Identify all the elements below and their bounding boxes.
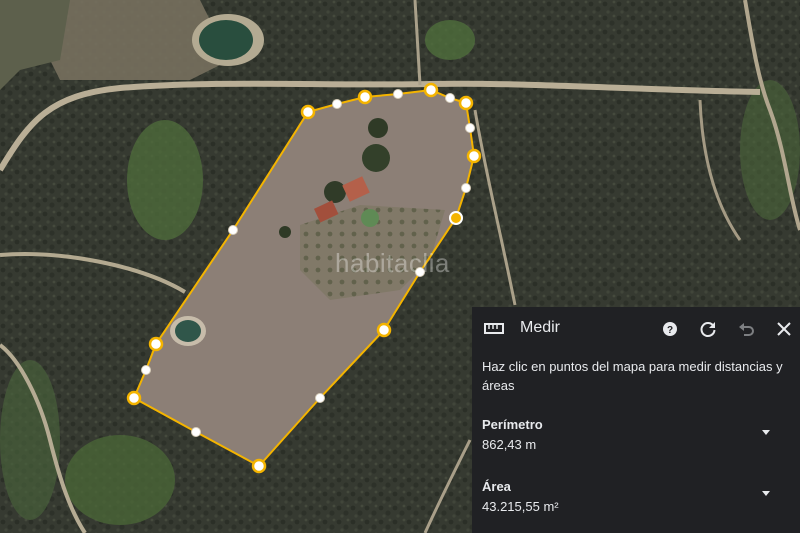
pond-top-water <box>199 20 253 60</box>
watermark: habitaclia <box>335 248 450 278</box>
panel-title: Medir <box>520 319 561 336</box>
tree <box>362 144 390 172</box>
close-icon[interactable] <box>774 319 794 339</box>
refresh-icon[interactable] <box>698 319 718 339</box>
tree <box>368 118 388 138</box>
ruler-icon <box>484 323 504 334</box>
help-icon[interactable]: ? <box>660 319 680 339</box>
tree <box>279 226 291 238</box>
svg-text:?: ? <box>667 325 673 336</box>
tree <box>324 181 346 203</box>
measure-panel: Medir ? Haz clic en puntos del mapa para… <box>472 307 800 533</box>
area-expand-chevron-down-icon[interactable] <box>760 490 772 498</box>
green-patch <box>127 120 203 240</box>
perimeter-value: 862,43 m <box>482 437 537 452</box>
perimeter-label: Perímetro <box>482 417 543 432</box>
active-vertex-handle[interactable] <box>449 211 463 225</box>
green-patch <box>65 435 175 525</box>
round-pool <box>361 209 379 227</box>
green-patch <box>425 20 475 60</box>
area-value: 43.215,55 m² <box>482 499 559 514</box>
pond-parcel-water <box>175 320 201 342</box>
perimeter-expand-chevron-down-icon[interactable] <box>760 429 772 437</box>
measure-instructions: Haz clic en puntos del mapa para medir d… <box>482 359 783 393</box>
measure-panel-header: Medir ? <box>472 307 800 351</box>
area-label: Área <box>482 479 511 494</box>
undo-icon[interactable] <box>736 319 756 339</box>
